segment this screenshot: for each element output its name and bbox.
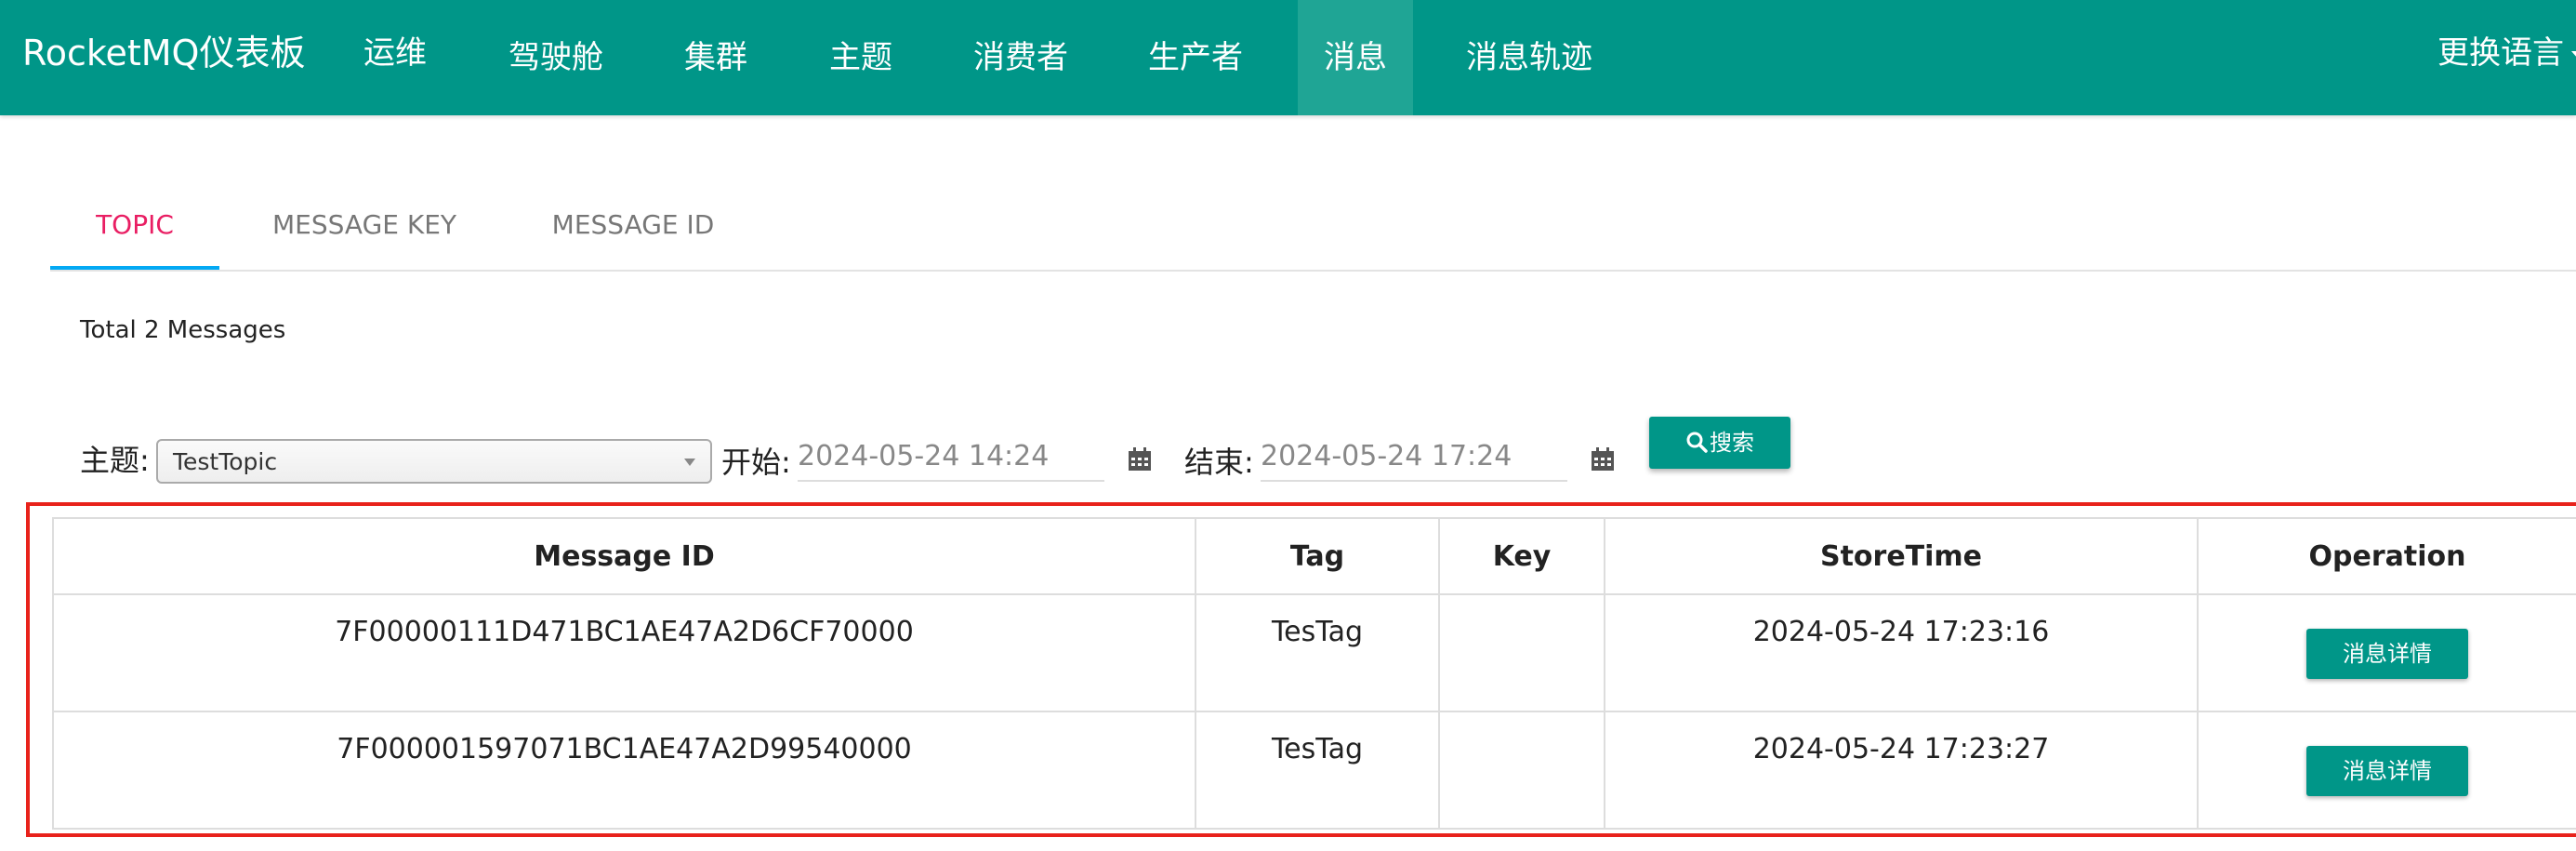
nav-item-ops[interactable]: 运维 [344,0,446,115]
end-time-label: 结束: [1184,445,1254,480]
calendar-icon[interactable] [1127,446,1153,472]
top-navbar: RocketMQ仪表板 运维 驾驶舱 集群 主题 消费者 生产者 消息 消息轨迹… [0,0,2576,115]
column-header-tag: Tag [1195,517,1440,595]
tab-message-id[interactable]: MESSAGE ID [526,188,740,268]
search-button[interactable]: 搜索 [1649,417,1790,469]
store-time-cell: 2024-05-24 17:23:16 [1604,593,2199,712]
search-button-label: 搜索 [1710,430,1754,456]
tab-message-key[interactable]: MESSAGE KEY [253,188,476,268]
start-time-label: 开始: [721,445,791,480]
topic-select-value: TestTopic [173,448,278,475]
column-header-store-time: StoreTime [1604,517,2199,595]
column-header-message-id: Message ID [52,517,1196,595]
table-row: 7F000001597071BC1AE47A2D99540000 TesTag … [52,711,2576,830]
topic-select[interactable]: TestTopic [156,439,712,484]
table-row: 7F00000111D471BC1AE47A2D6CF70000 TesTag … [52,593,2576,712]
search-icon [1686,432,1708,453]
operation-cell: 消息详情 [2197,711,2576,830]
brand-title[interactable]: RocketMQ仪表板 [22,0,305,106]
nav-item-cluster[interactable]: 集群 [669,0,762,115]
message-id-cell: 7F00000111D471BC1AE47A2D6CF70000 [52,593,1196,712]
search-mode-tabs: TOPIC MESSAGE KEY MESSAGE ID [50,188,2576,272]
tag-cell: TesTag [1195,593,1440,712]
end-time-input[interactable] [1261,432,1567,482]
message-id-cell: 7F000001597071BC1AE47A2D99540000 [52,711,1196,830]
operation-cell: 消息详情 [2197,593,2576,712]
tag-cell: TesTag [1195,711,1440,830]
nav-item-dashboard[interactable]: 驾驶舱 [493,0,619,115]
change-language-menu[interactable]: 更换语言 [2437,0,2576,106]
key-cell [1438,711,1605,830]
nav-item-consumer[interactable]: 消费者 [958,0,1084,115]
store-time-cell: 2024-05-24 17:23:27 [1604,711,2199,830]
tab-topic[interactable]: TOPIC [50,188,219,270]
column-header-key: Key [1438,517,1605,595]
table-header-row: Message ID Tag Key StoreTime Operation [52,517,2576,595]
start-time-input[interactable] [798,432,1104,482]
chevron-down-icon [2571,50,2576,59]
nav-item-message-trace[interactable]: 消息轨迹 [1460,0,1599,115]
message-detail-button[interactable]: 消息详情 [2306,629,2468,679]
nav-item-message[interactable]: 消息 [1298,0,1413,115]
topic-label: 主题: [80,443,150,478]
calendar-icon[interactable] [1590,446,1616,472]
message-count-summary: Total 2 Messages [80,316,286,344]
key-cell [1438,593,1605,712]
nav-item-producer[interactable]: 生产者 [1134,0,1257,115]
message-results-table: Message ID Tag Key StoreTime Operation 7… [52,517,2576,830]
change-language-label: 更换语言 [2437,34,2564,72]
nav-item-topic[interactable]: 主题 [812,0,909,115]
message-detail-button[interactable]: 消息详情 [2306,746,2468,796]
dropdown-arrow-icon [684,459,695,466]
column-header-operation: Operation [2197,517,2576,595]
